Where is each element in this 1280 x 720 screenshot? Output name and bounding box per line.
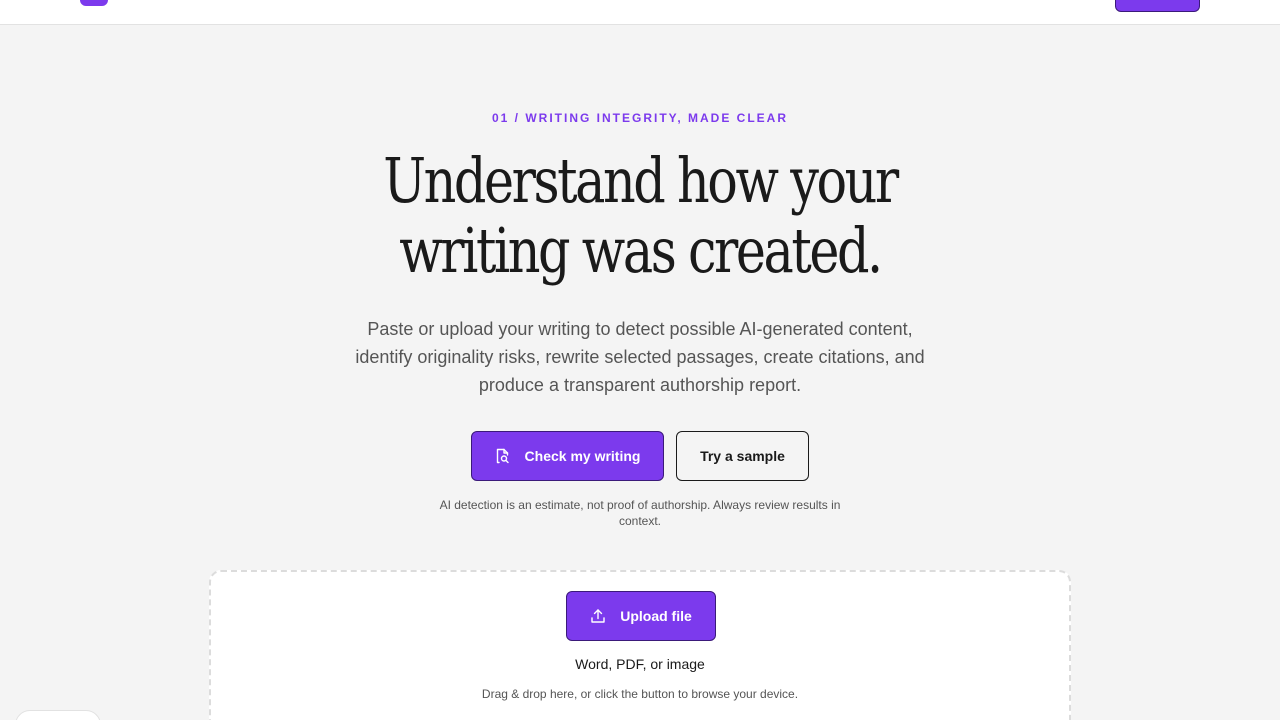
- hero-title: Understand how your writing was created.: [353, 146, 927, 286]
- upload-file-label: Upload file: [620, 608, 692, 624]
- top-navigation-bar: [0, 0, 1280, 25]
- accepted-file-types: Word, PDF, or image: [575, 656, 705, 672]
- hero-title-line-2: writing was created.: [399, 214, 883, 287]
- hero-eyebrow: 01 / WRITING INTEGRITY, MADE CLEAR: [491, 111, 788, 125]
- upload-icon: [590, 608, 606, 624]
- file-dropzone[interactable]: Upload file Word, PDF, or image Drag & d…: [209, 570, 1071, 720]
- hero-subtitle: Paste or upload your writing to detect p…: [355, 319, 925, 395]
- document-search-icon: [495, 448, 511, 464]
- brand-logo[interactable]: [80, 0, 108, 6]
- dropzone-hint: Drag & drop here, or click the button to…: [481, 687, 799, 701]
- floating-corner-widget[interactable]: [15, 710, 101, 720]
- check-my-writing-button[interactable]: Check my writing: [471, 431, 664, 481]
- nav-cta-button[interactable]: [1115, 0, 1200, 12]
- try-a-sample-label: Try a sample: [700, 448, 785, 464]
- hero-title-line-1: Understand how your: [383, 144, 899, 217]
- ai-detection-disclaimer: AI detection is an estimate, not proof o…: [439, 498, 841, 528]
- upload-file-button[interactable]: Upload file: [566, 591, 716, 641]
- try-a-sample-button[interactable]: Try a sample: [676, 431, 809, 481]
- check-my-writing-label: Check my writing: [524, 448, 641, 464]
